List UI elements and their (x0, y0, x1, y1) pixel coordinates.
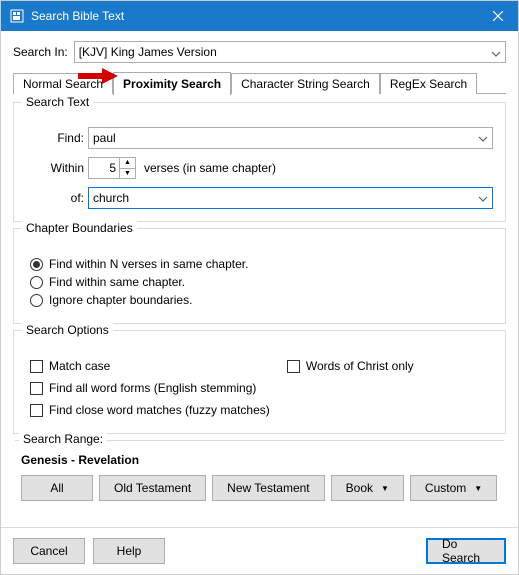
search-in-select[interactable]: [KJV] King James Version (74, 41, 506, 63)
window-title: Search Bible Text (31, 9, 478, 23)
of-label: of: (38, 191, 84, 205)
search-in-value: [KJV] King James Version (79, 45, 217, 59)
tab-proximity-search[interactable]: Proximity Search (113, 72, 231, 95)
range-book-button[interactable]: Book▼ (331, 475, 404, 501)
within-row: Within 5 ▲▼ verses (in same chapter) (26, 157, 493, 179)
range-nt-button[interactable]: New Testament (212, 475, 324, 501)
range-current: Genesis - Revelation (21, 453, 504, 467)
of-row: of: church (26, 187, 493, 209)
search-options-group: Search Options Match case Words of Chris… (13, 330, 506, 434)
checkbox-icon (30, 382, 43, 395)
options-legend: Search Options (22, 323, 113, 337)
tabs: Normal Search Proximity Search Character… (13, 71, 506, 94)
caret-down-icon: ▼ (381, 484, 389, 493)
title-bar: Search Bible Text (1, 1, 518, 31)
within-label: Within (38, 161, 84, 175)
range-buttons: All Old Testament New Testament Book▼ Cu… (21, 475, 504, 501)
range-custom-button[interactable]: Custom▼ (410, 475, 497, 501)
checkbox-icon (287, 360, 300, 373)
search-text-legend: Search Text (22, 95, 93, 109)
checkbox-icon (30, 360, 43, 373)
check-label: Match case (49, 359, 110, 373)
check-fuzzy[interactable]: Find close word matches (fuzzy matches) (26, 403, 493, 417)
range-legend: Search Range: (19, 432, 107, 446)
check-label: Words of Christ only (306, 359, 414, 373)
within-value: 5 (89, 161, 119, 175)
check-label: Find all word forms (English stemming) (49, 381, 256, 395)
of-value: church (93, 191, 129, 205)
do-search-button[interactable]: Do Search (426, 538, 506, 564)
tab-char-string-search[interactable]: Character String Search (231, 73, 380, 94)
spinner-buttons[interactable]: ▲▼ (119, 158, 135, 178)
chevron-down-icon (478, 131, 488, 145)
cancel-button[interactable]: Cancel (13, 538, 85, 564)
find-row: Find: paul (26, 127, 493, 149)
check-words-of-christ[interactable]: Words of Christ only (283, 359, 493, 373)
find-value: paul (93, 131, 116, 145)
search-text-group: Search Text Find: paul Within 5 ▲▼ verse… (13, 102, 506, 222)
find-input[interactable]: paul (88, 127, 493, 149)
app-icon (9, 8, 25, 24)
check-word-forms[interactable]: Find all word forms (English stemming) (26, 381, 493, 395)
radio-icon (30, 294, 43, 307)
radio-label: Find within N verses in same chapter. (49, 257, 248, 271)
check-label: Find close word matches (fuzzy matches) (49, 403, 270, 417)
chapter-boundaries-group: Chapter Boundaries Find within N verses … (13, 228, 506, 324)
radio-ignore-boundaries[interactable]: Ignore chapter boundaries. (26, 293, 493, 307)
radio-icon (30, 276, 43, 289)
caret-down-icon: ▼ (474, 484, 482, 493)
check-match-case[interactable]: Match case (26, 359, 283, 373)
chevron-down-icon (478, 191, 488, 205)
radio-within-n[interactable]: Find within N verses in same chapter. (26, 257, 493, 271)
content-area: Search In: [KJV] King James Version Norm… (1, 31, 518, 511)
of-input[interactable]: church (88, 187, 493, 209)
search-in-row: Search In: [KJV] King James Version (13, 41, 506, 63)
radio-label: Ignore chapter boundaries. (49, 293, 192, 307)
dialog-window: Search Bible Text Search In: [KJV] King … (0, 0, 519, 575)
range-ot-button[interactable]: Old Testament (99, 475, 206, 501)
range-all-button[interactable]: All (21, 475, 93, 501)
boundaries-legend: Chapter Boundaries (22, 221, 137, 235)
within-spinner[interactable]: 5 ▲▼ (88, 157, 136, 179)
search-range-group: Search Range: Genesis - Revelation All O… (15, 440, 504, 501)
radio-label: Find within same chapter. (49, 275, 185, 289)
find-label: Find: (38, 131, 84, 145)
radio-same-chapter[interactable]: Find within same chapter. (26, 275, 493, 289)
within-suffix: verses (in same chapter) (144, 161, 276, 175)
search-in-label: Search In: (13, 45, 68, 59)
checkbox-icon (30, 404, 43, 417)
help-button[interactable]: Help (93, 538, 165, 564)
chevron-down-icon (491, 46, 501, 60)
bottom-bar: Cancel Help Do Search (1, 527, 518, 574)
close-button[interactable] (478, 1, 518, 31)
pointer-arrow-icon (78, 68, 118, 87)
tab-regex-search[interactable]: RegEx Search (380, 73, 477, 94)
radio-icon (30, 258, 43, 271)
